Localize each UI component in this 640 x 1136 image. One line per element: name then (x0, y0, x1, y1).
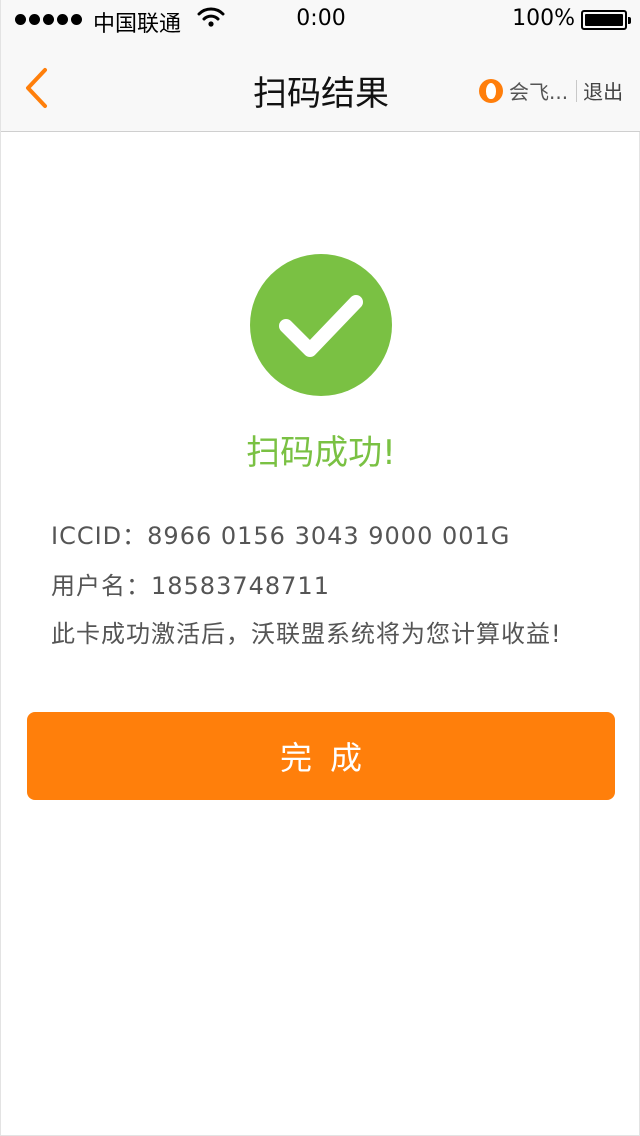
logout-link[interactable]: 退出 (583, 76, 623, 105)
success-badge (250, 254, 392, 396)
iccid-info: ICCID：8966 0156 3043 9000 001G (51, 522, 511, 550)
user-avatar-icon (479, 78, 503, 103)
earnings-note: 此卡成功激活后，沃联盟系统将为您计算收益! (51, 620, 562, 648)
battery-icon (581, 10, 631, 30)
screen: 中国联通 0:00 100% 扫码结果 会飞... 退出 扫码成功! ICCID… (0, 0, 640, 1136)
user-area: 会飞... 退出 (479, 76, 623, 105)
nav-bar: 扫码结果 会飞... 退出 (1, 40, 640, 132)
user-name[interactable]: 会飞... (509, 76, 568, 105)
checkmark-icon (279, 295, 363, 357)
success-title: 扫码成功! (246, 433, 396, 473)
username-info: 用户名：18583748711 (51, 572, 330, 600)
done-button[interactable]: 完成 (27, 712, 615, 800)
nav-divider (576, 79, 578, 102)
battery-percent: 100% (512, 6, 575, 31)
status-bar: 中国联通 0:00 100% (1, 0, 640, 40)
